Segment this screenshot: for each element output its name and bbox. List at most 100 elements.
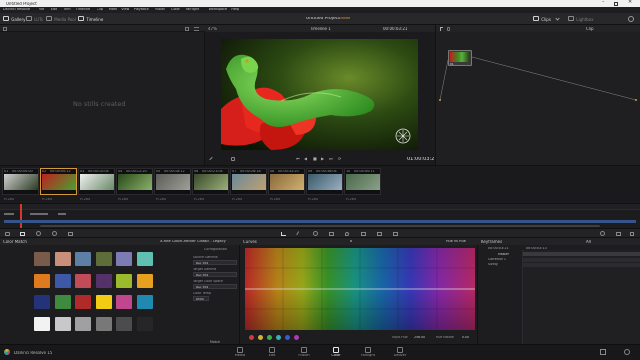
menu-item-workspace[interactable]: Workspace	[209, 8, 228, 11]
maximize-button[interactable]	[614, 1, 618, 6]
color-chart-swatch[interactable]	[75, 316, 91, 331]
color-chart-swatch[interactable]	[75, 295, 91, 309]
color-chart-swatch[interactable]	[136, 316, 153, 331]
sizing-icon[interactable]	[377, 231, 382, 236]
corrector-node[interactable]: 01	[448, 50, 472, 66]
key-icon[interactable]	[361, 231, 366, 236]
color-chart-swatch[interactable]	[95, 295, 112, 309]
red-hue-dot[interactable]	[249, 335, 254, 340]
settings-icon[interactable]	[628, 16, 634, 22]
audio-meter-icon[interactable]	[630, 231, 634, 236]
clip-thumbnail[interactable]: 07 00:00:26:18 H.264	[230, 168, 267, 201]
chart-selector[interactable]: X-Rite ColorChecker Classic - Legacy	[160, 240, 226, 244]
menu-item-trim[interactable]: Trim	[63, 8, 70, 11]
chevron-down-icon[interactable]	[555, 16, 560, 21]
window-icon[interactable]	[313, 231, 318, 236]
magenta-hue-dot[interactable]	[294, 335, 299, 340]
skip-back-button[interactable]: ⏮	[296, 157, 300, 161]
blue-hue-dot[interactable]	[285, 335, 290, 340]
scopes-icon[interactable]	[600, 231, 605, 236]
page-tab-fairlight[interactable]: Fairlight	[352, 346, 384, 359]
color-chart-swatch[interactable]	[136, 252, 153, 266]
3d-icon[interactable]	[393, 231, 398, 236]
page-tab-color[interactable]: Color	[320, 346, 352, 359]
color-temp-field[interactable]: 6500	[193, 296, 209, 301]
stop-button[interactable]: ■	[313, 157, 317, 161]
target-color-space-dropdown[interactable]: Rec.709	[193, 284, 237, 289]
pen-icon[interactable]	[209, 156, 213, 161]
playhead[interactable]	[20, 204, 22, 229]
page-tab-edit[interactable]: Edit	[256, 346, 288, 359]
reverse-button[interactable]: ◀	[304, 157, 307, 161]
timeline-scrollbar[interactable]	[40, 225, 600, 227]
page-tab-media[interactable]: Media	[224, 346, 256, 359]
color-chart-swatch[interactable]	[34, 316, 50, 331]
menu-item-file[interactable]: File	[39, 8, 45, 11]
color-chart-swatch[interactable]	[95, 316, 112, 331]
luts-button[interactable]: LUTs	[26, 16, 43, 22]
clip-thumbnail[interactable]: 01 00:00:00:00 H.264	[2, 168, 39, 201]
viewer-image[interactable]	[221, 39, 418, 150]
keyframe-corrector[interactable]: Corrector 1	[488, 258, 506, 261]
gallery-button[interactable]: Gallery	[3, 16, 26, 22]
grid-view-icon[interactable]	[185, 26, 189, 31]
play-button[interactable]: ▶	[321, 157, 324, 161]
keyframe-sizing[interactable]: Sizing	[488, 263, 498, 266]
menu-item-fusion[interactable]: Fusion	[155, 8, 166, 11]
color-chart-swatch[interactable]	[136, 295, 153, 309]
qualifier-icon[interactable]	[296, 230, 302, 237]
clip-thumbnail[interactable]: 03 00:00:10:04 H.264	[78, 168, 115, 201]
clip-thumbnail[interactable]: 10 00:00:40:11 H.264	[344, 168, 381, 201]
color-chart-swatch[interactable]	[95, 273, 112, 288]
curves-options-icon[interactable]	[350, 240, 352, 242]
color-chart-swatch[interactable]	[34, 252, 50, 266]
clip-thumbnail[interactable]: 08 00:00:32:20 H.264	[268, 168, 305, 201]
skip-forward-button[interactable]: ⏭	[329, 157, 333, 161]
project-settings-icon[interactable]	[624, 349, 630, 355]
target-gamma-dropdown[interactable]: Rec.709	[193, 272, 237, 277]
info-icon[interactable]	[616, 231, 621, 236]
clip-thumbnail[interactable]: 05 00:00:18:12 H.264	[154, 168, 191, 201]
color-chart-swatch[interactable]	[75, 273, 91, 288]
zoom-level[interactable]: 47%	[208, 27, 217, 31]
timeline-ruler[interactable]	[0, 204, 640, 229]
color-chart-swatch[interactable]	[116, 295, 132, 309]
minimize-button[interactable]: –	[602, 0, 605, 5]
hue-curve-graph[interactable]	[245, 248, 475, 330]
menu-item-davinci-resolve[interactable]: DaVinci Resolve	[3, 8, 30, 11]
color-chart-swatch[interactable]	[54, 316, 71, 331]
audio-icon[interactable]	[231, 157, 235, 161]
timeline-button[interactable]: Timeline	[78, 16, 103, 22]
motion-effects-icon[interactable]	[68, 231, 73, 236]
curves-icon[interactable]	[281, 231, 286, 236]
menu-item-clip[interactable]: Clip	[97, 8, 103, 11]
green-hue-dot[interactable]	[267, 335, 272, 340]
color-chart-swatch[interactable]	[116, 316, 132, 331]
color-chart-swatch[interactable]	[75, 252, 91, 266]
clips-button[interactable]: Clips	[533, 16, 551, 22]
rgb-mixer-icon[interactable]	[52, 231, 57, 236]
keyframe-track-area[interactable]	[522, 250, 640, 344]
page-tab-deliver[interactable]: Deliver	[384, 346, 416, 359]
mini-timeline[interactable]	[0, 203, 640, 229]
close-button[interactable]: ✕	[628, 0, 632, 5]
input-hue-value[interactable]: 256.00	[414, 336, 425, 339]
keyframes-filter[interactable]: All	[586, 240, 591, 244]
source-gamma-dropdown[interactable]: Rec.709	[193, 260, 237, 265]
menu-item-edit[interactable]: Edit	[51, 8, 58, 11]
color-chart-swatch[interactable]	[34, 273, 50, 288]
camera-raw-icon[interactable]	[5, 231, 10, 236]
color-chart-swatch[interactable]	[34, 295, 50, 309]
clip-thumbnail[interactable]: 04 00:00:12:20 H.264	[116, 168, 153, 201]
menu-item-view[interactable]: View	[121, 8, 129, 11]
color-chart-swatch[interactable]	[54, 273, 71, 288]
hue-rotate-value[interactable]: 0.00	[462, 336, 469, 339]
clip-thumbnail[interactable]: 06 00:00:21:04 H.264	[192, 168, 229, 201]
page-tab-fusion[interactable]: Fusion	[288, 346, 320, 359]
clip-thumbnail[interactable]: 09 00:00:36:04 H.264	[306, 168, 343, 201]
color-match-icon[interactable]	[20, 231, 25, 236]
menu-item-color[interactable]: Color	[171, 8, 180, 11]
color-chart-swatch[interactable]	[116, 252, 132, 266]
menu-item-fairlight[interactable]: Fairlight	[186, 8, 200, 11]
color-wheels-icon[interactable]	[36, 231, 41, 236]
